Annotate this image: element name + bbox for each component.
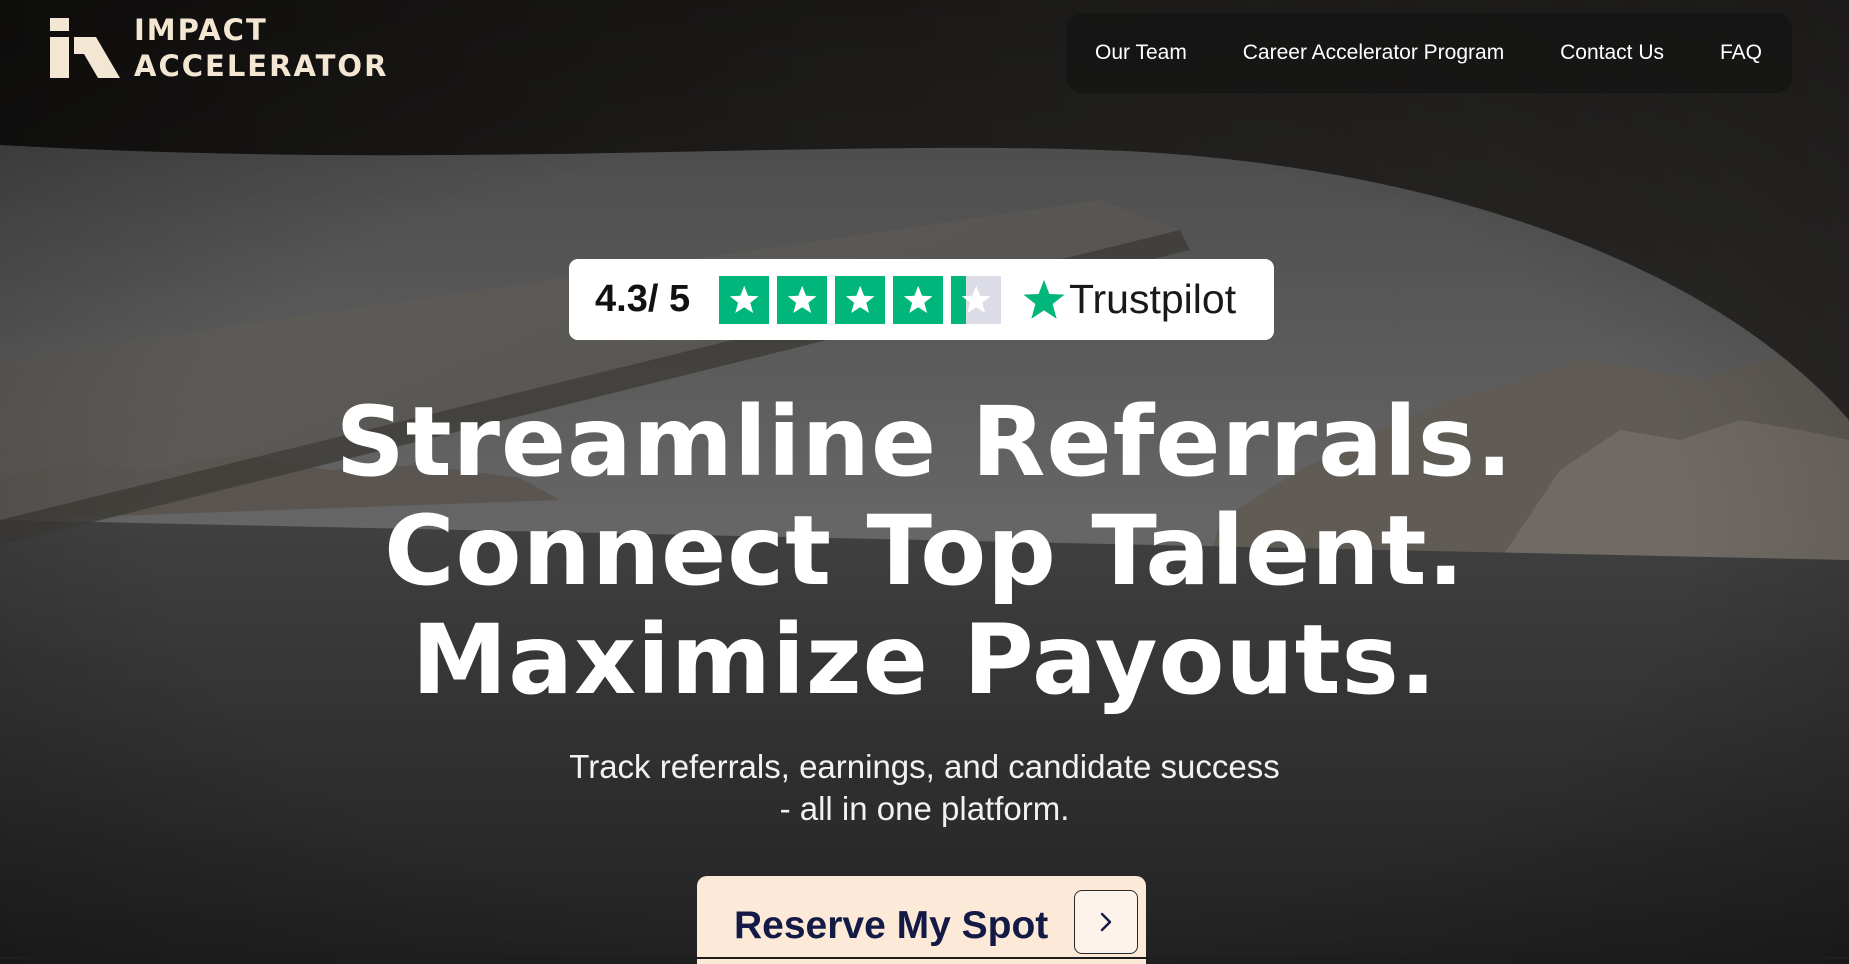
chevron-right-icon <box>1074 890 1138 954</box>
reserve-my-spot-button[interactable]: Reserve My Spot <box>697 876 1146 964</box>
rating-star-icon <box>777 275 827 324</box>
brand-logo[interactable]: IMPACT ACCELERATOR <box>50 12 388 84</box>
hero-subheadline: Track referrals, earnings, and candidate… <box>0 746 1849 830</box>
page-bottom-divider <box>0 957 1849 959</box>
rating-star-icon <box>835 275 885 324</box>
brand-wordmark: IMPACT ACCELERATOR <box>134 12 388 84</box>
headline-line-2: Connect Top Talent. <box>384 495 1465 607</box>
nav-link-faq[interactable]: FAQ <box>1720 41 1762 65</box>
trustpilot-name: Trustpilot <box>1069 276 1237 322</box>
nav-link-career-accelerator-program[interactable]: Career Accelerator Program <box>1243 41 1504 65</box>
landing-page: IMPACT ACCELERATOR Our Team Career Accel… <box>0 0 1849 964</box>
rating-star-icon <box>951 275 1001 324</box>
subhead-line-1: Track referrals, earnings, and candidate… <box>569 748 1280 785</box>
headline-line-3: Maximize Payouts. <box>411 604 1438 716</box>
rating-star-icon <box>893 275 943 324</box>
cta-label: Reserve My Spot <box>734 904 1049 947</box>
trustpilot-rating-badge[interactable]: 4.3/ 5 Trustpilot <box>569 259 1274 340</box>
rating-star-icon <box>719 275 769 324</box>
hero-headline: Streamline Referrals. Connect Top Talent… <box>0 388 1849 715</box>
headline-line-1: Streamline Referrals. <box>335 386 1514 498</box>
trustpilot-logo: Trustpilot <box>1021 276 1236 323</box>
main-nav: Our Team Career Accelerator Program Cont… <box>1066 13 1792 93</box>
brand-line-1: IMPACT <box>134 13 268 47</box>
nav-link-our-team[interactable]: Our Team <box>1095 41 1187 65</box>
subhead-line-2: - all in one platform. <box>779 790 1070 827</box>
trustpilot-star-icon <box>1021 277 1067 323</box>
rating-stars <box>719 275 1009 324</box>
brand-line-2: ACCELERATOR <box>134 49 389 83</box>
nav-link-contact-us[interactable]: Contact Us <box>1560 41 1664 65</box>
rating-score: 4.3/ 5 <box>595 278 691 320</box>
ia-monogram-icon <box>50 18 120 78</box>
